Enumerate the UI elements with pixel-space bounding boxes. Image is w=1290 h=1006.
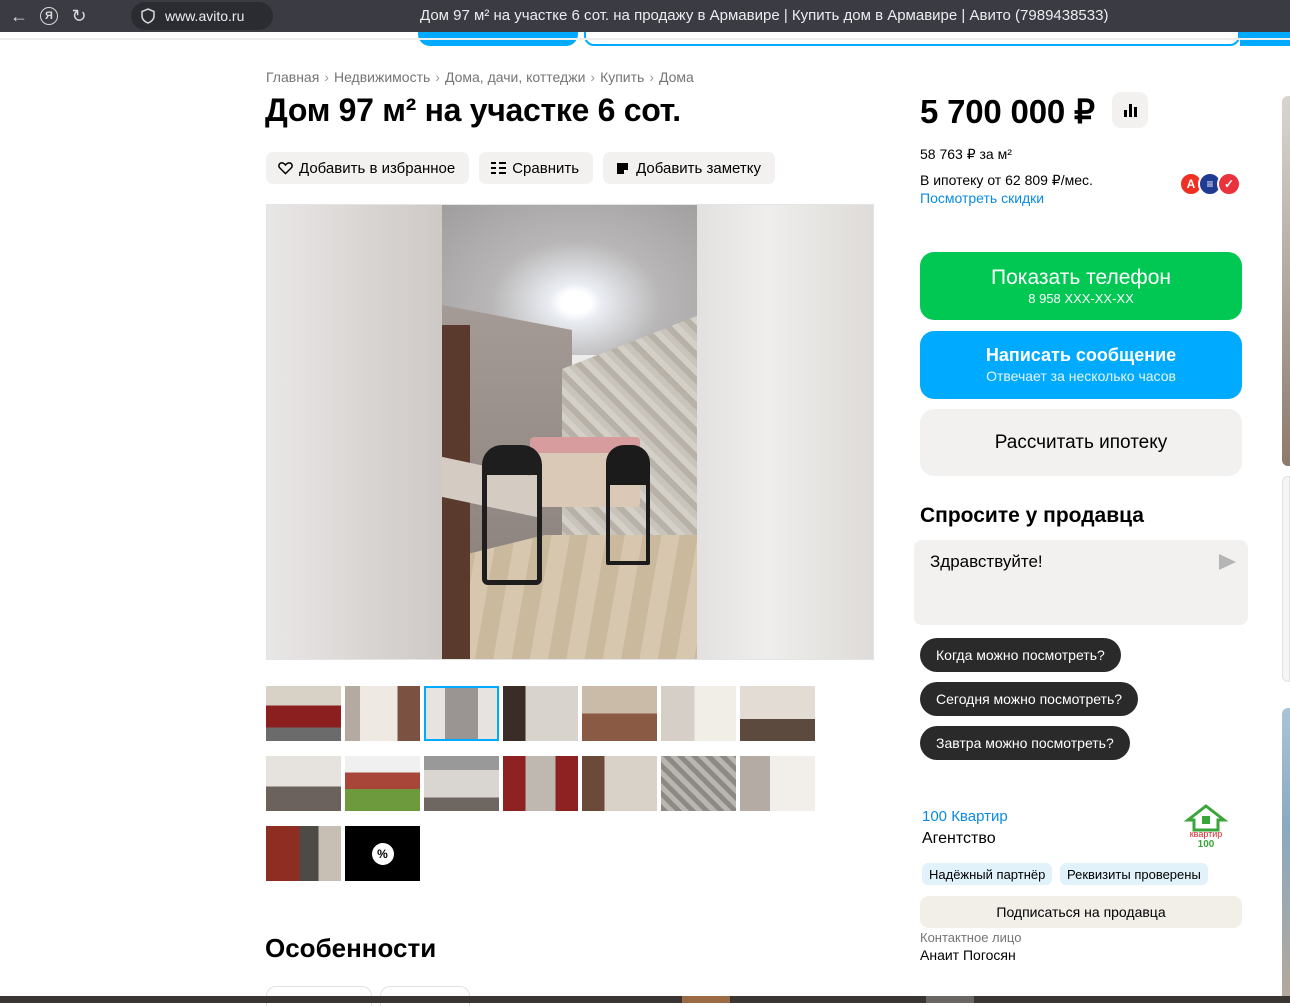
thumbnail[interactable] bbox=[503, 756, 578, 811]
svg-text:квартир: квартир bbox=[1190, 829, 1223, 839]
price-per-m2: 58 763 ₽ за м² bbox=[920, 146, 1012, 162]
badge-requisites-verified: Реквизиты проверены bbox=[1060, 863, 1208, 885]
thumbnail[interactable] bbox=[424, 756, 499, 811]
seller-name-link[interactable]: 100 Квартир bbox=[922, 808, 1008, 825]
send-icon[interactable] bbox=[1219, 554, 1236, 570]
show-phone-label: Показать телефон bbox=[991, 266, 1171, 289]
thumbnail[interactable] bbox=[740, 756, 815, 811]
bottom-edge bbox=[0, 996, 1290, 1003]
listing-actions: Добавить в избранное Сравнить Добавить з… bbox=[266, 152, 775, 184]
note-label: Добавить заметку bbox=[636, 159, 761, 177]
url-text: www.avito.ru bbox=[165, 8, 245, 24]
svg-text:100: 100 bbox=[1198, 839, 1215, 850]
write-message-button[interactable]: Написать сообщение Отвечает за несколько… bbox=[920, 331, 1242, 399]
breadcrumb-houses[interactable]: Дома bbox=[659, 69, 694, 85]
contact-person-label: Контактное лицо bbox=[920, 930, 1022, 945]
thumbnail[interactable] bbox=[266, 686, 341, 741]
add-note-button[interactable]: Добавить заметку bbox=[603, 152, 775, 184]
browser-toolbar: ← Я ↻ www.avito.ru Дом 97 м² на участке … bbox=[0, 0, 1290, 32]
calculate-mortgage-button[interactable]: Рассчитать ипотеку bbox=[920, 409, 1242, 476]
thumbnail[interactable] bbox=[582, 756, 657, 811]
bar-chart-icon bbox=[1123, 104, 1137, 117]
compare-icon bbox=[490, 160, 506, 176]
back-arrow-icon[interactable]: ← bbox=[4, 0, 34, 32]
message-text: Здравствуйте! bbox=[930, 552, 1043, 571]
chevron-right-icon: › bbox=[590, 69, 596, 85]
thumbnail[interactable] bbox=[424, 686, 499, 741]
thumbnail[interactable] bbox=[345, 756, 420, 811]
favorite-label: Добавить в избранное bbox=[299, 159, 456, 177]
page-title: Дом 97 м² на участке 6 сот. bbox=[265, 92, 681, 128]
price: 5 700 000 ₽ bbox=[920, 93, 1095, 130]
agency-logo[interactable]: квартир 100 bbox=[1180, 804, 1232, 850]
address-bar[interactable]: www.avito.ru bbox=[131, 2, 273, 30]
chevron-right-icon: › bbox=[649, 69, 654, 85]
compare-button[interactable]: Сравнить bbox=[479, 152, 594, 184]
room-photo bbox=[442, 205, 699, 659]
header-divider bbox=[0, 38, 1290, 40]
quick-question-when[interactable]: Когда можно посмотреть? bbox=[920, 638, 1121, 672]
thumbnail[interactable] bbox=[582, 686, 657, 741]
subscribe-seller-button[interactable]: Подписаться на продавца bbox=[920, 896, 1242, 928]
shield-icon bbox=[141, 8, 155, 24]
main-photo[interactable] bbox=[266, 204, 874, 660]
heart-icon bbox=[277, 160, 293, 176]
features-heading: Особенности bbox=[265, 933, 437, 963]
seller-message-input[interactable]: Здравствуйте! bbox=[914, 540, 1248, 625]
contact-person-name: Анаит Погосян bbox=[920, 947, 1016, 963]
chevron-right-icon: › bbox=[324, 69, 329, 85]
reload-icon[interactable]: ↻ bbox=[64, 0, 94, 32]
quick-question-tomorrow[interactable]: Завтра можно посмотреть? bbox=[920, 726, 1130, 760]
photo-blur-right bbox=[697, 205, 873, 659]
page-tab-title: Дом 97 м² на участке 6 сот. на продажу в… bbox=[420, 7, 1109, 24]
mortgage-from: В ипотеку от 62 809 ₽/мес. bbox=[920, 172, 1093, 188]
price-stats-button[interactable] bbox=[1112, 92, 1148, 128]
write-message-label: Написать сообщение bbox=[985, 345, 1177, 365]
side-ad-image[interactable] bbox=[1282, 708, 1290, 1003]
breadcrumb-realty[interactable]: Недвижимость bbox=[334, 69, 430, 85]
phone-number-masked: 8 958 XXX-XX-XX bbox=[1028, 291, 1134, 306]
more-photos-thumbnail[interactable]: % bbox=[345, 826, 420, 881]
chevron-right-icon: › bbox=[435, 69, 440, 85]
seller-type: Агентство bbox=[922, 830, 996, 847]
ask-seller-title: Спросите у продавца bbox=[920, 504, 1144, 527]
thumbnail[interactable] bbox=[661, 756, 736, 811]
add-to-favorites-button[interactable]: Добавить в избранное bbox=[266, 152, 470, 184]
thumbnail[interactable] bbox=[266, 826, 341, 881]
bank-logos[interactable]: А ≡ ✓ bbox=[1179, 172, 1243, 198]
response-time: Отвечает за несколько часов bbox=[986, 368, 1176, 384]
show-phone-button[interactable]: Показать телефон 8 958 XXX-XX-XX bbox=[920, 252, 1242, 320]
thumbnail[interactable] bbox=[503, 686, 578, 741]
bank-check-icon: ✓ bbox=[1217, 172, 1241, 196]
view-discounts-link[interactable]: Посмотреть скидки bbox=[920, 190, 1044, 206]
thumbnail-gallery: % bbox=[266, 686, 826, 881]
badge-percent-icon: % bbox=[371, 842, 394, 865]
breadcrumb-houses-dachas[interactable]: Дома, дачи, коттеджи bbox=[445, 69, 585, 85]
badge-reliable-partner: Надёжный партнёр bbox=[922, 863, 1053, 885]
yandex-icon[interactable]: Я bbox=[34, 0, 64, 32]
thumbnail[interactable] bbox=[266, 756, 341, 811]
side-ad-image[interactable] bbox=[1282, 96, 1290, 466]
note-icon bbox=[614, 160, 630, 176]
thumbnail[interactable] bbox=[740, 686, 815, 741]
breadcrumb: Главная › Недвижимость › Дома, дачи, котте… bbox=[266, 69, 694, 85]
side-ad-card[interactable] bbox=[1282, 476, 1290, 682]
quick-question-today[interactable]: Сегодня можно посмотреть? bbox=[920, 682, 1139, 716]
breadcrumb-buy[interactable]: Купить bbox=[600, 69, 644, 85]
breadcrumb-home[interactable]: Главная bbox=[266, 69, 319, 85]
thumbnail[interactable] bbox=[345, 686, 420, 741]
thumbnail[interactable] bbox=[661, 686, 736, 741]
compare-label: Сравнить bbox=[512, 159, 580, 177]
photo-blur-left bbox=[267, 205, 442, 659]
